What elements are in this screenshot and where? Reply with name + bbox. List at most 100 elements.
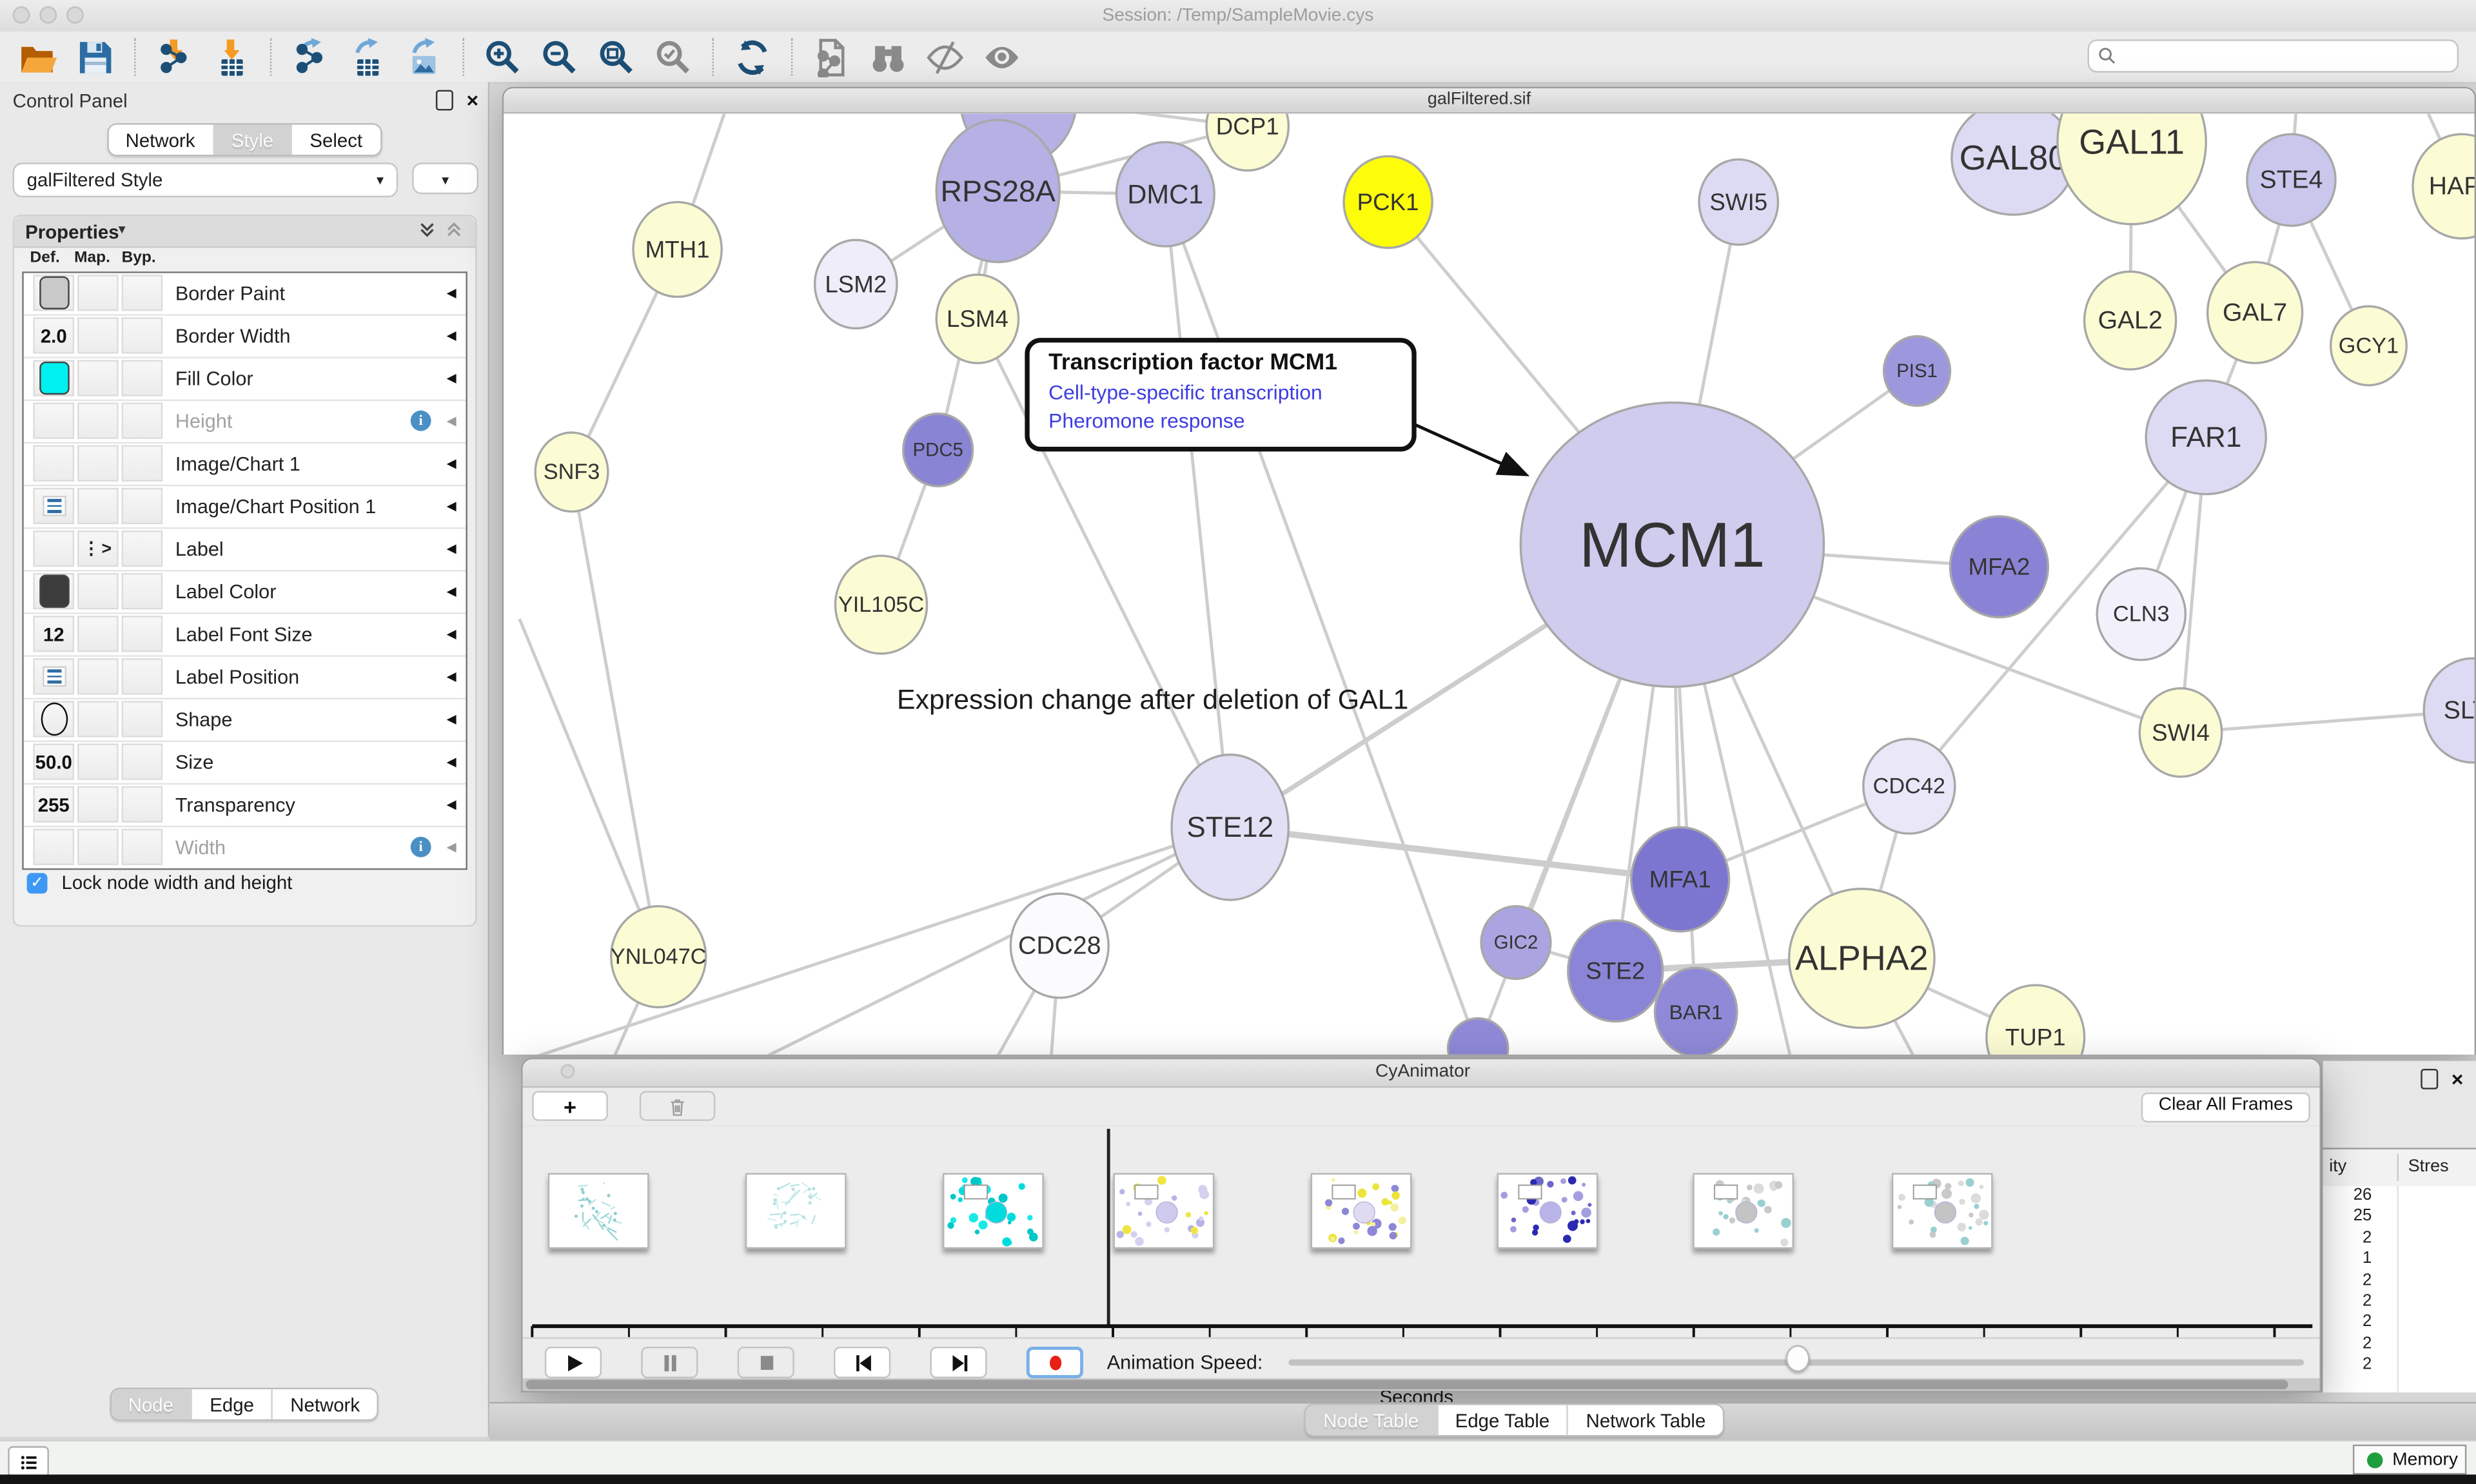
expand-property-icon[interactable]: ◀: [447, 328, 457, 342]
minimize-window-icon[interactable]: [560, 1064, 575, 1079]
record-button[interactable]: [1027, 1347, 1083, 1378]
export-table-icon[interactable]: [348, 37, 387, 77]
property-row[interactable]: Widthi◀: [24, 827, 466, 868]
table-column-headers[interactable]: ity Stres: [2323, 1147, 2476, 1187]
save-icon[interactable]: [76, 37, 115, 77]
expand-property-icon[interactable]: ◀: [447, 499, 457, 513]
default-cell[interactable]: [33, 402, 74, 438]
network-node-SWI5[interactable]: SWI5: [1699, 159, 1778, 244]
expand-all-icon[interactable]: [418, 221, 436, 239]
default-cell[interactable]: [33, 658, 74, 694]
network-node-PIS1[interactable]: PIS1: [1884, 337, 1950, 406]
network-node-GIC2[interactable]: GIC2: [1481, 906, 1551, 979]
mapping-cell[interactable]: [77, 658, 119, 694]
network-file-icon[interactable]: [812, 37, 851, 77]
info-icon[interactable]: i: [411, 837, 431, 857]
bypass-cell[interactable]: [122, 786, 163, 823]
table-row[interactable]: 26: [2323, 1186, 2476, 1207]
network-node-node-bottom[interactable]: [1448, 1019, 1508, 1055]
table-row[interactable]: 2: [2323, 1291, 2476, 1313]
mapping-cell[interactable]: [77, 360, 119, 396]
default-value[interactable]: 2.0: [41, 324, 67, 346]
import-network-icon[interactable]: [155, 37, 194, 77]
tab-edge[interactable]: Edge: [191, 1389, 271, 1420]
skip-start-button[interactable]: [834, 1347, 890, 1378]
network-node-BAR1[interactable]: BAR1: [1655, 968, 1737, 1055]
expand-property-icon[interactable]: ◀: [447, 584, 457, 598]
delete-frame-button[interactable]: [640, 1091, 716, 1121]
default-value[interactable]: 50.0: [35, 750, 72, 772]
property-row[interactable]: ⋮>Label◀: [24, 529, 466, 571]
default-cell[interactable]: 2.0: [33, 317, 74, 353]
mapping-cell[interactable]: [77, 573, 119, 609]
mapping-cell[interactable]: [77, 445, 119, 482]
play-button[interactable]: [545, 1347, 602, 1378]
zoom-window-icon[interactable]: [583, 1064, 597, 1079]
zoom-fit-icon[interactable]: [597, 37, 636, 77]
network-node-STE2[interactable]: STE2: [1568, 921, 1663, 1022]
network-node-MTH1[interactable]: MTH1: [633, 202, 722, 297]
network-node-SLT2[interactable]: SLT2: [2424, 658, 2474, 763]
network-node-GAL11[interactable]: GAL11: [2058, 113, 2206, 224]
network-node-SWI4[interactable]: SWI4: [2139, 688, 2221, 777]
cyanimator-scrollbar[interactable]: [523, 1378, 2320, 1391]
frame-thumbnail-7s[interactable]: [1892, 1173, 1993, 1249]
bypass-cell[interactable]: [122, 701, 163, 737]
memory-button[interactable]: Memory: [2353, 1445, 2466, 1475]
network-node-HAP2[interactable]: HAP2: [2413, 134, 2475, 239]
bypass-cell[interactable]: [122, 402, 163, 438]
tab-network-table[interactable]: Network Table: [1567, 1405, 1723, 1436]
network-node-GAL7[interactable]: GAL7: [2208, 262, 2303, 364]
tab-network[interactable]: Network: [271, 1389, 377, 1420]
table-row[interactable]: 2: [2323, 1270, 2476, 1291]
default-cell[interactable]: [33, 360, 74, 396]
binoculars-icon[interactable]: [869, 37, 908, 77]
mapping-cell[interactable]: [77, 786, 119, 823]
window-minimize-icon[interactable]: [39, 6, 57, 24]
search-field[interactable]: [2088, 39, 2459, 72]
task-history-button[interactable]: [8, 1446, 49, 1478]
zoom-out-icon[interactable]: [540, 37, 580, 77]
color-swatch[interactable]: [39, 574, 69, 607]
default-cell[interactable]: [33, 531, 74, 567]
table-row[interactable]: 2: [2323, 1228, 2476, 1249]
default-cell[interactable]: [33, 488, 74, 524]
close-panel-icon[interactable]: ×: [466, 92, 478, 109]
expand-property-icon[interactable]: ◀: [447, 840, 457, 854]
export-image-icon[interactable]: [404, 37, 444, 77]
tab-network[interactable]: Network: [108, 124, 213, 155]
property-row[interactable]: Label Position◀: [24, 657, 466, 699]
property-row[interactable]: Fill Color◀: [24, 358, 466, 401]
network-node-FAR1[interactable]: FAR1: [2146, 380, 2266, 494]
expand-property-icon[interactable]: ◀: [447, 371, 457, 386]
mapping-cell[interactable]: [77, 616, 119, 652]
table-row[interactable]: 2: [2323, 1313, 2476, 1334]
bypass-cell[interactable]: [122, 616, 163, 652]
bypass-cell[interactable]: [122, 488, 163, 524]
property-row[interactable]: 2.0Border Width◀: [24, 316, 466, 358]
network-canvas[interactable]: DCP1RPS28ADMC1PCK1SWI5GAL80GAL11STE4HAP2…: [504, 113, 2474, 1055]
network-node-MFA2[interactable]: MFA2: [1950, 516, 2048, 618]
mapping-cell[interactable]: [77, 488, 119, 524]
discrete-mapping-icon[interactable]: ⋮>: [83, 538, 113, 559]
search-input[interactable]: [2125, 45, 2457, 67]
network-node-LSM2[interactable]: LSM2: [815, 240, 897, 328]
lock-size-checkbox[interactable]: ✓: [27, 872, 48, 893]
property-row[interactable]: Image/Chart Position 1◀: [24, 486, 466, 529]
column-stress[interactable]: Stres: [2408, 1157, 2449, 1176]
default-cell[interactable]: [33, 573, 74, 609]
tab-node-table[interactable]: Node Table: [1306, 1405, 1436, 1436]
property-row[interactable]: Image/Chart 1◀: [24, 444, 466, 486]
default-value[interactable]: 12: [43, 623, 64, 645]
zoom-selected-icon[interactable]: [654, 37, 693, 77]
network-node-GAL2[interactable]: GAL2: [2085, 271, 2176, 369]
expand-property-icon[interactable]: ◀: [447, 712, 457, 726]
bypass-cell[interactable]: [122, 531, 163, 567]
export-network-icon[interactable]: [291, 37, 330, 77]
tab-edge-table[interactable]: Edge Table: [1436, 1405, 1567, 1436]
expand-property-icon[interactable]: ◀: [447, 414, 457, 428]
refresh-icon[interactable]: [732, 37, 772, 77]
color-swatch[interactable]: [39, 362, 69, 395]
close-window-icon[interactable]: [523, 93, 537, 107]
bypass-cell[interactable]: [122, 658, 163, 694]
